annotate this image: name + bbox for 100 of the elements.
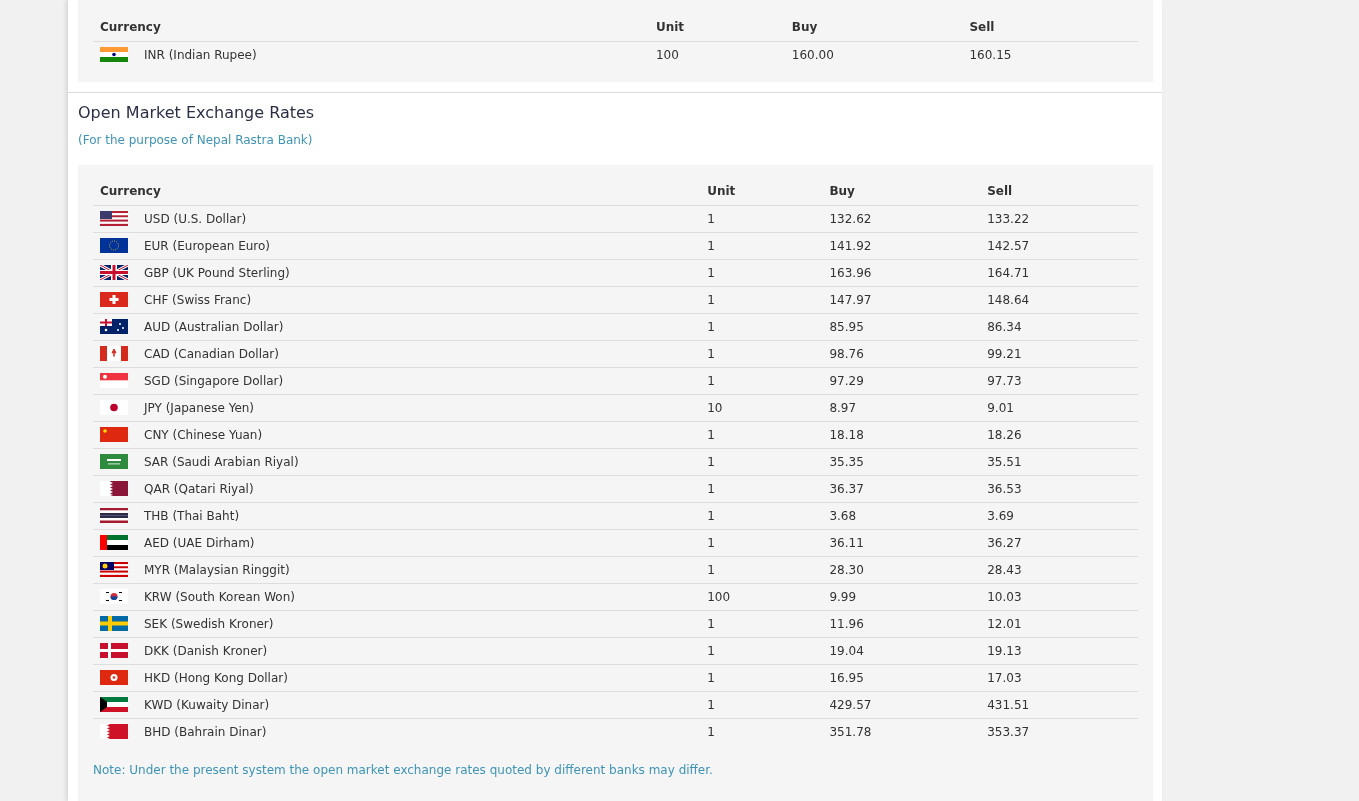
column-header: Buy <box>784 14 963 41</box>
unit-cell: 100 <box>648 41 785 68</box>
currency-name: GBP (UK Pound Sterling) <box>144 264 290 282</box>
unit-cell: 1 <box>700 475 823 502</box>
sell-rate-cell: 97.73 <box>980 367 1138 394</box>
sell-rate-cell: 142.57 <box>980 232 1138 259</box>
flag-icon <box>100 697 128 712</box>
currency-name: KRW (South Korean Won) <box>144 588 295 606</box>
buy-rate-cell: 11.96 <box>822 610 981 637</box>
currency-name: SEK (Swedish Kroner) <box>144 615 274 633</box>
flag-icon <box>100 211 128 226</box>
flag-icon <box>100 589 128 604</box>
unit-cell: 1 <box>700 610 823 637</box>
buy-rate-cell: 85.95 <box>822 313 981 340</box>
buy-rate-cell: 163.96 <box>822 259 981 286</box>
unit-cell: 100 <box>700 583 823 610</box>
currency-name: INR (Indian Rupee) <box>144 46 257 64</box>
currency-name: CNY (Chinese Yuan) <box>144 426 263 444</box>
buy-rate-cell: 351.78 <box>822 718 981 745</box>
sell-rate-cell: 148.64 <box>980 286 1138 313</box>
currency-name: AUD (Australian Dollar) <box>144 318 284 336</box>
buy-rate-cell: 98.76 <box>822 340 981 367</box>
buy-rate-cell: 35.35 <box>822 448 981 475</box>
flag-icon <box>100 481 128 496</box>
currency-name: CAD (Canadian Dollar) <box>144 345 279 363</box>
flag-icon <box>100 346 128 361</box>
column-header: Buy <box>822 178 981 205</box>
unit-cell: 1 <box>700 259 823 286</box>
currency-name: THB (Thai Baht) <box>144 507 240 525</box>
buy-rate-cell: 36.37 <box>822 475 981 502</box>
currency-name: HKD (Hong Kong Dollar) <box>144 669 288 687</box>
buy-rate-cell: 18.18 <box>822 421 981 448</box>
buy-rate-cell: 3.68 <box>822 502 981 529</box>
flag-icon <box>100 427 128 442</box>
buy-rate-cell: 429.57 <box>822 691 981 718</box>
currency-name: JPY (Japanese Yen) <box>144 399 255 417</box>
buy-rate-cell: 141.92 <box>822 232 981 259</box>
buy-rate-cell: 28.30 <box>822 556 981 583</box>
currency-name: SGD (Singapore Dollar) <box>144 372 284 390</box>
unit-cell: 1 <box>700 556 823 583</box>
unit-cell: 1 <box>700 664 823 691</box>
currency-name: QAR (Qatari Riyal) <box>144 480 254 498</box>
column-header: Unit <box>648 14 785 41</box>
currency-name: EUR (European Euro) <box>144 237 271 255</box>
sell-rate-cell: 431.51 <box>980 691 1138 718</box>
column-header: Sell <box>980 178 1138 205</box>
sell-rate-cell: 36.53 <box>980 475 1138 502</box>
flag-icon <box>100 319 128 334</box>
sell-rate-cell: 3.69 <box>980 502 1138 529</box>
sell-rate-cell: 86.34 <box>980 313 1138 340</box>
sell-rate-cell: 19.13 <box>980 637 1138 664</box>
buy-rate-cell: 19.04 <box>822 637 981 664</box>
buy-rate-cell: 36.11 <box>822 529 981 556</box>
unit-cell: 1 <box>700 232 823 259</box>
flag-icon <box>100 454 128 469</box>
note-text: Note: Under the present system the open market exchange rates quoted by different banks may differ. <box>93 762 714 779</box>
column-header: Currency <box>93 14 649 41</box>
currency-name: BHD (Bahrain Dinar) <box>144 723 267 741</box>
flag-icon <box>100 373 128 388</box>
sell-rate-cell: 17.03 <box>980 664 1138 691</box>
buy-rate-cell: 160.00 <box>784 41 963 68</box>
buy-rate-cell: 147.97 <box>822 286 981 313</box>
currency-name: KWD (Kuwaity Dinar) <box>144 696 270 714</box>
flag-icon <box>100 724 128 740</box>
currency-name: MYR (Malaysian Ringgit) <box>144 561 290 579</box>
currency-name: USD (U.S. Dollar) <box>144 210 247 228</box>
flag-icon <box>100 47 128 63</box>
column-header: Unit <box>700 178 823 205</box>
unit-cell: 1 <box>700 340 823 367</box>
flag-icon <box>100 643 128 658</box>
section-subtitle: (For the purpose of Nepal Rastra Bank) <box>78 132 314 149</box>
flag-icon <box>100 292 128 307</box>
unit-cell: 1 <box>700 421 823 448</box>
unit-cell: 1 <box>700 502 823 529</box>
flag-icon <box>100 670 128 685</box>
unit-cell: 1 <box>700 529 823 556</box>
currency-name: SAR (Saudi Arabian Riyal) <box>144 453 299 471</box>
sell-rate-cell: 160.15 <box>962 41 1138 68</box>
sell-rate-cell: 18.26 <box>980 421 1138 448</box>
sell-rate-cell: 12.01 <box>980 610 1138 637</box>
sell-rate-cell: 133.22 <box>980 205 1138 232</box>
column-header: Sell <box>962 14 1138 41</box>
sell-rate-cell: 35.51 <box>980 448 1138 475</box>
currency-name: AED (UAE Dirham) <box>144 534 255 552</box>
buy-rate-cell: 16.95 <box>822 664 981 691</box>
section-title: Open Market Exchange Rates <box>78 102 316 124</box>
flag-icon <box>100 238 128 253</box>
sell-rate-cell: 353.37 <box>980 718 1138 745</box>
unit-cell: 10 <box>700 394 823 421</box>
unit-cell: 1 <box>700 286 823 313</box>
buy-rate-cell: 97.29 <box>822 367 981 394</box>
unit-cell: 1 <box>700 205 823 232</box>
sell-rate-cell: 10.03 <box>980 583 1138 610</box>
flag-icon <box>100 562 128 577</box>
unit-cell: 1 <box>700 313 823 340</box>
column-header: Currency <box>93 178 701 205</box>
currency-name: DKK (Danish Kroner) <box>144 642 268 660</box>
flag-icon <box>100 508 128 523</box>
unit-cell: 1 <box>700 718 823 745</box>
unit-cell: 1 <box>700 448 823 475</box>
